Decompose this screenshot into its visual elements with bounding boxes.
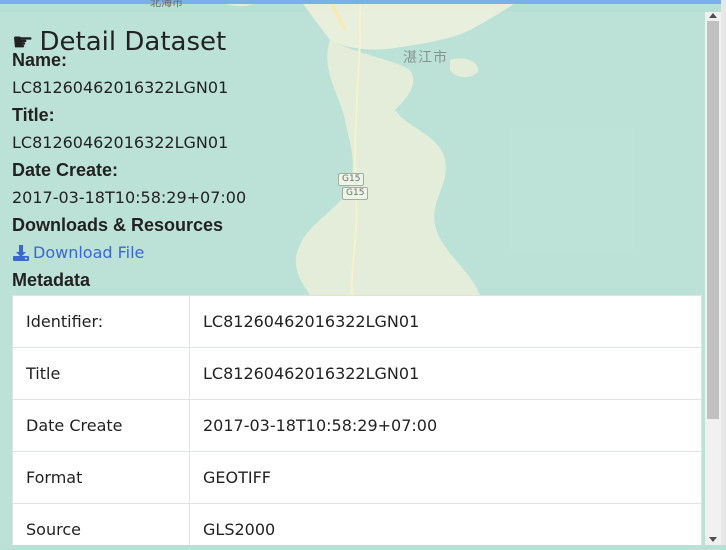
name-label: Name: (12, 50, 68, 70)
download-file-label[interactable]: Download File (33, 243, 144, 262)
download-icon (13, 244, 29, 261)
table-row: Format GEOTIFF (12, 451, 702, 504)
scroll-down-arrow-icon[interactable] (709, 537, 717, 542)
table-row: Source GLS2000 (12, 503, 702, 545)
metadata-label: Metadata (12, 270, 91, 290)
metadata-key: Title (12, 347, 190, 400)
metadata-key: Date Create (12, 399, 190, 452)
metadata-value: GLS2000 (189, 503, 702, 545)
metadata-key: Format (12, 451, 190, 504)
title-value: LC81260462016322LGN01 (12, 133, 229, 152)
map-top-bar (0, 0, 726, 4)
metadata-value: LC81260462016322LGN01 (189, 295, 702, 348)
metadata-value: 2017-03-18T10:58:29+07:00 (189, 399, 702, 452)
date-create-value: 2017-03-18T10:58:29+07:00 (12, 188, 247, 207)
scroll-thumb[interactable] (707, 21, 719, 419)
metadata-value: LC81260462016322LGN01 (189, 347, 702, 400)
date-create-label: Date Create: (12, 160, 119, 180)
table-row: Title LC81260462016322LGN01 (12, 347, 702, 400)
table-row: Identifier: LC81260462016322LGN01 (12, 295, 702, 348)
metadata-key: Identifier: (12, 295, 190, 348)
scroll-up-arrow-icon[interactable] (709, 13, 717, 18)
detail-panel: ☛ Detail Dataset Name: LC81260462016322L… (0, 12, 705, 545)
metadata-value: GEOTIFF (189, 451, 702, 504)
panel-title-text: Detail Dataset (39, 27, 227, 57)
name-value: LC81260462016322LGN01 (12, 78, 229, 97)
title-label: Title: (12, 105, 55, 125)
window-edge (721, 0, 726, 545)
table-row: Date Create 2017-03-18T10:58:29+07:00 (12, 399, 702, 452)
map-place-label: 北海市 (150, 0, 183, 9)
metadata-key: Source (12, 503, 190, 545)
download-file-link[interactable]: Download File (12, 243, 144, 262)
downloads-resources-label: Downloads & Resources (12, 215, 224, 235)
vertical-scrollbar[interactable] (705, 12, 721, 545)
metadata-table: Identifier: LC81260462016322LGN01 Title … (12, 295, 702, 545)
